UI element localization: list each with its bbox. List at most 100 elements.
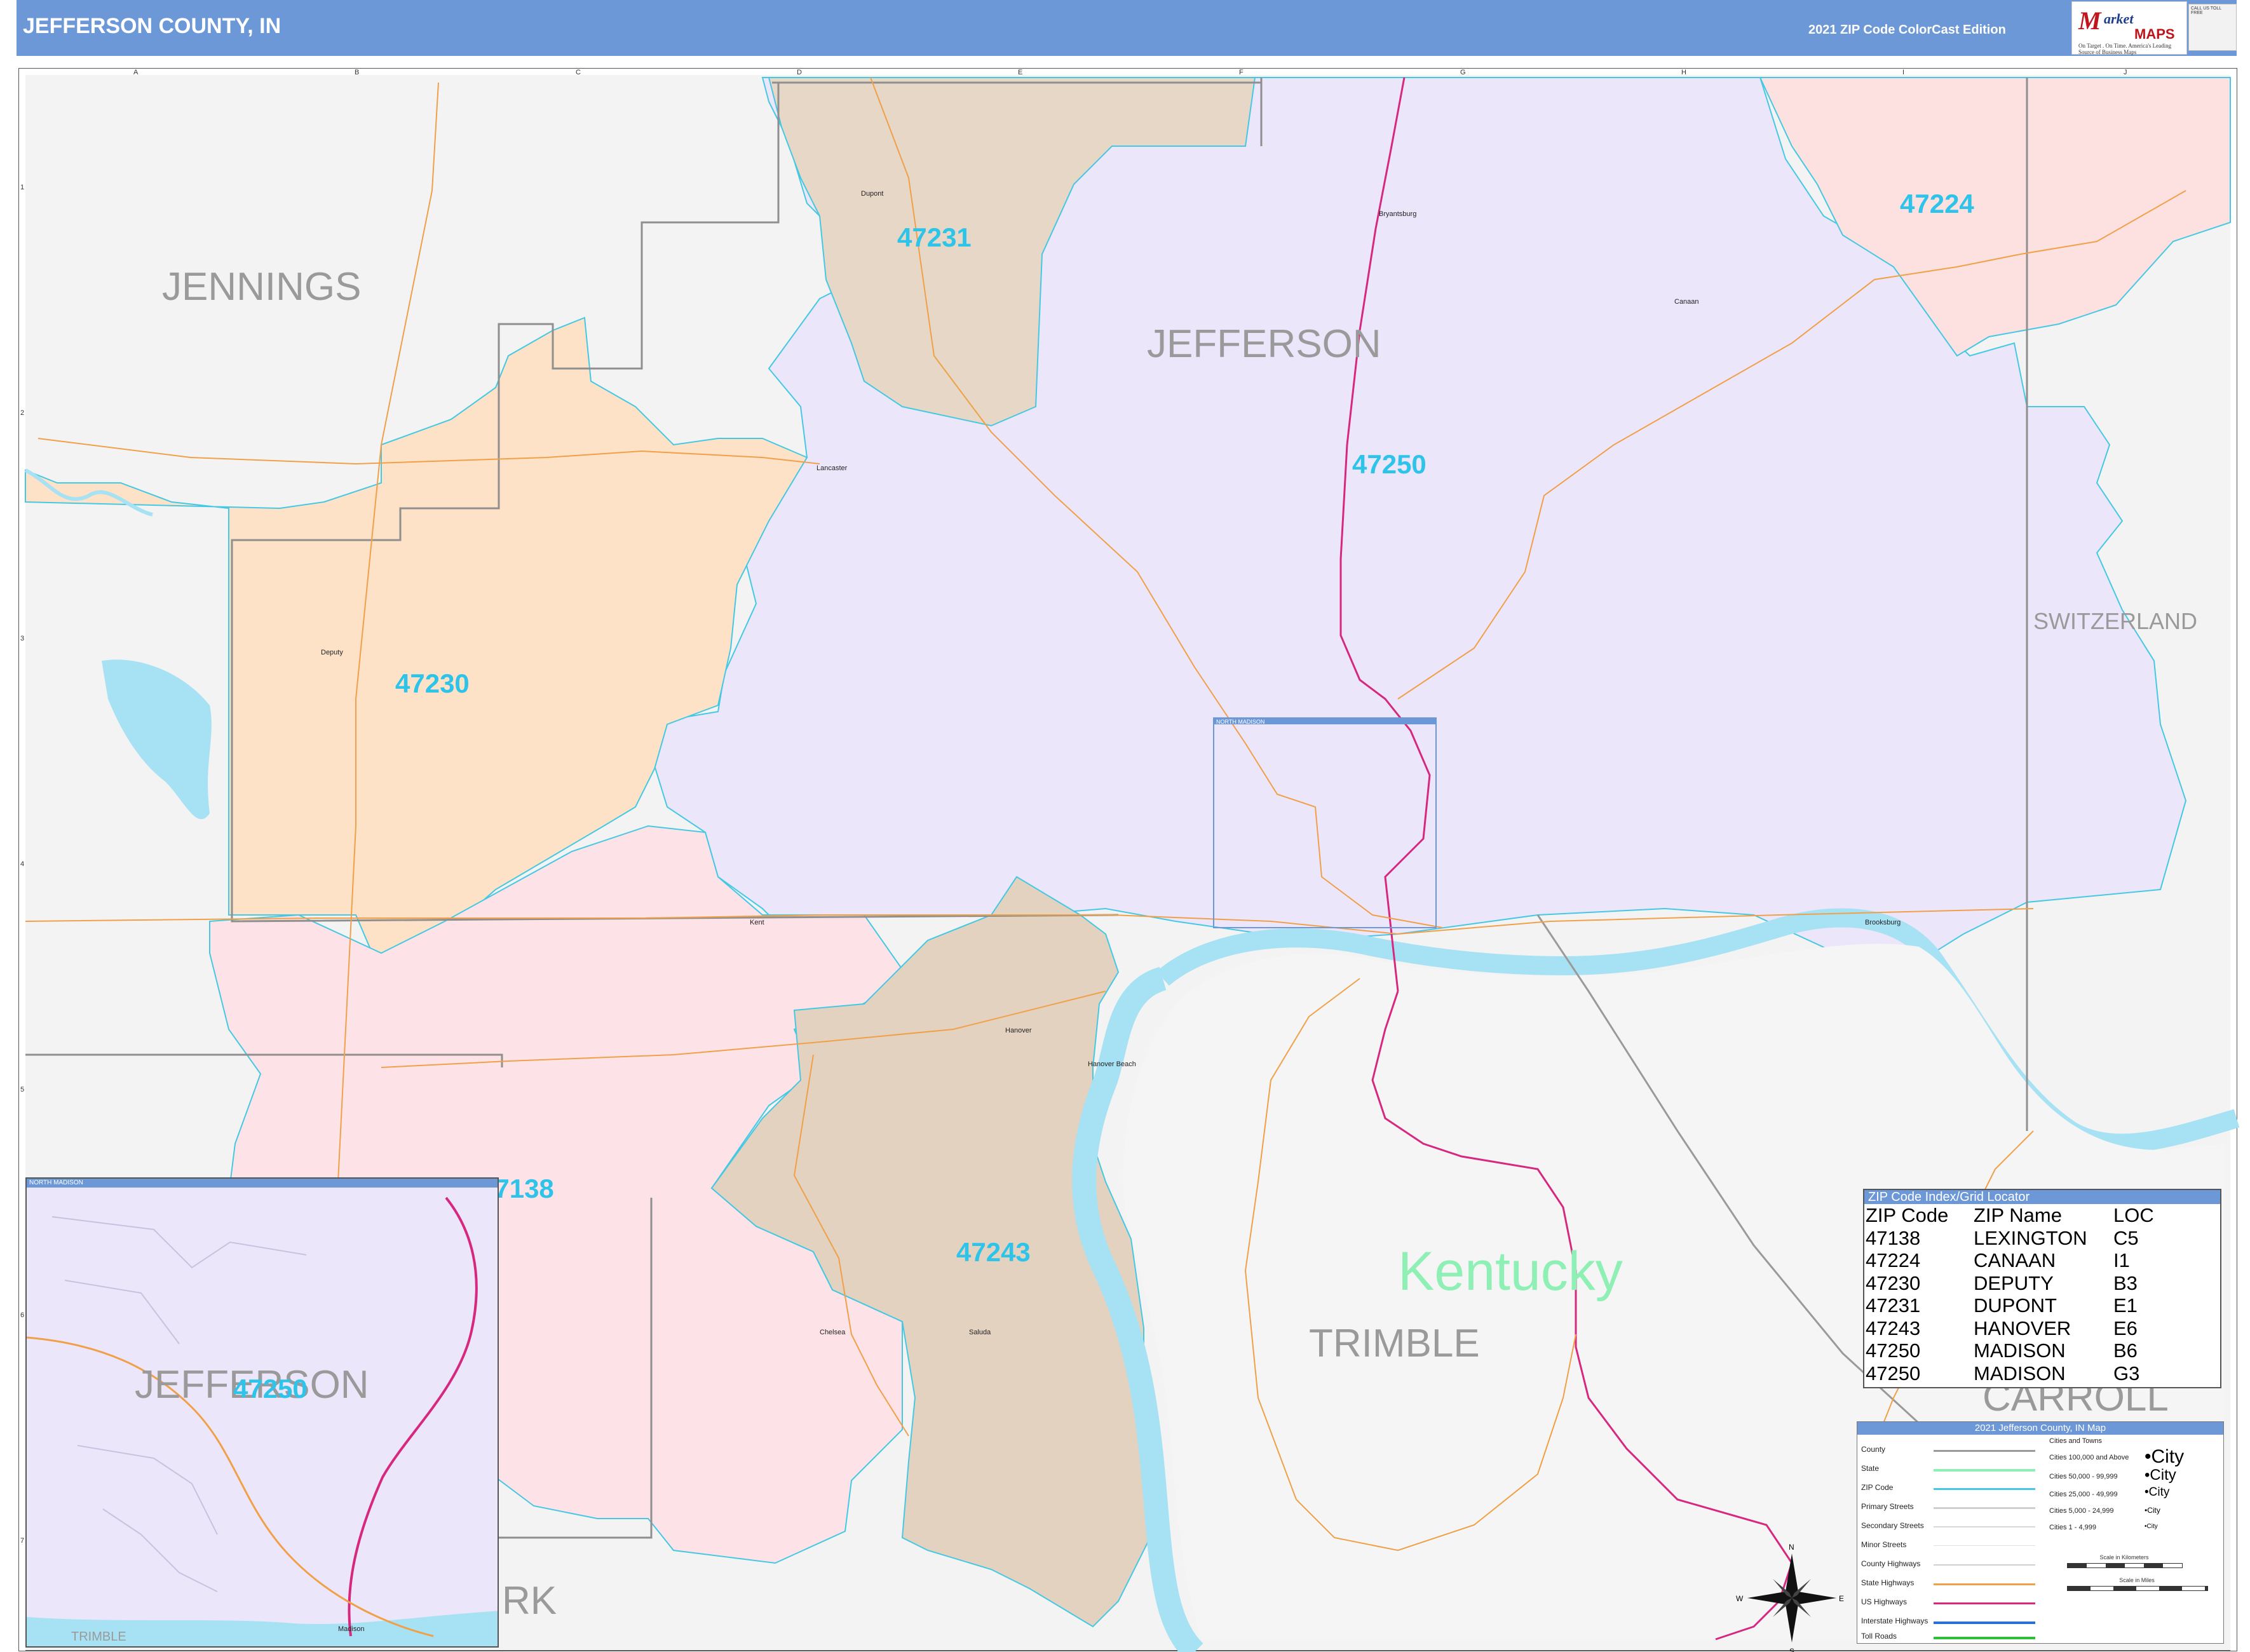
jennings-county-label: JENNINGS bbox=[162, 265, 361, 309]
zip-name-cell: HANOVER bbox=[1974, 1317, 2071, 1339]
legend-city-size-3: Cities 25,000 - 49,999 bbox=[2049, 1491, 2118, 1498]
grid-col-f: F bbox=[1239, 69, 1244, 76]
grid-row-2: 2 bbox=[20, 409, 24, 417]
zip-label-47231: 47231 bbox=[897, 222, 972, 252]
legend-line-secondary bbox=[1934, 1526, 2035, 1527]
grid-col-c: C bbox=[576, 69, 581, 76]
city-hanover-beach: Hanover Beach bbox=[1088, 1060, 1136, 1068]
legend-line-toll bbox=[1934, 1637, 2035, 1639]
inset-map: JEFFERSON 47250 TRIMBLE Madison bbox=[27, 1188, 498, 1646]
zip-code-cell: 47231 bbox=[1866, 1294, 1921, 1317]
zip-loc-cell: B6 bbox=[2113, 1339, 2138, 1362]
grid-col-i: I bbox=[1902, 69, 1904, 76]
legend-item-toll-roads: Toll Roads bbox=[1861, 1632, 1897, 1641]
legend-city-size-4: Cities 5,000 - 24,999 bbox=[2049, 1507, 2114, 1515]
compass-s: S bbox=[1789, 1647, 1794, 1652]
clark-county-label: RK bbox=[502, 1579, 557, 1623]
zip-index-title: ZIP Code Index/Grid Locator bbox=[1864, 1190, 2220, 1204]
legend-city-sample-3: •City bbox=[2145, 1486, 2170, 1499]
legend-city-sample-2: •City bbox=[2145, 1466, 2176, 1484]
legend-item-us-highways: US Highways bbox=[1861, 1597, 1908, 1606]
inset-city-madison: Madison bbox=[338, 1625, 365, 1633]
city-bryantsburg: Bryantsburg bbox=[1379, 210, 1416, 218]
zip-index-header-code: ZIP Code bbox=[1866, 1204, 1949, 1227]
legend-item-secondary-streets: Secondary Streets bbox=[1861, 1521, 1924, 1530]
grid-row-6: 6 bbox=[20, 1311, 24, 1319]
grid-row-4: 4 bbox=[20, 860, 24, 868]
scale-mi-label: Scale in Miles bbox=[2119, 1577, 2155, 1583]
legend-item-county: County bbox=[1861, 1445, 1886, 1454]
legend-line-minor bbox=[1934, 1545, 2035, 1546]
legend-city-size-1: Cities 100,000 and Above bbox=[2049, 1454, 2129, 1461]
scale-mi-bar bbox=[2067, 1586, 2208, 1591]
table-row: 47250 MADISON G3 bbox=[1866, 1362, 2154, 1385]
north-madison-inset: NORTH MADISON JEFFERSON 47250 TRIMBLE Ma… bbox=[25, 1177, 499, 1648]
legend-line-state bbox=[1934, 1469, 2035, 1472]
city-hanover: Hanover bbox=[1005, 1027, 1032, 1034]
zip-label-47243: 47243 bbox=[956, 1237, 1031, 1267]
grid-strip-right bbox=[2230, 69, 2237, 1651]
legend-line-interstate bbox=[1934, 1622, 2035, 1624]
city-canaan: Canaan bbox=[1674, 298, 1699, 306]
zip-index-header-loc: LOC bbox=[2113, 1204, 2154, 1227]
city-kent: Kent bbox=[750, 919, 764, 926]
zip-name-cell: MADISON bbox=[1974, 1362, 2066, 1385]
grid-col-g: G bbox=[1460, 69, 1466, 76]
inset-trimble-label: TRIMBLE bbox=[71, 1630, 126, 1644]
zip-label-47250: 47250 bbox=[1352, 449, 1427, 479]
scale-km-bar bbox=[2067, 1563, 2183, 1568]
zip-name-cell: LEXINGTON bbox=[1974, 1226, 2087, 1249]
zip-code-cell: 47250 bbox=[1866, 1339, 1921, 1362]
legend-item-state: State bbox=[1861, 1464, 1880, 1473]
table-row: 47230 DEPUTY B3 bbox=[1866, 1272, 2154, 1295]
zip-name-cell: DEPUTY bbox=[1974, 1271, 2054, 1294]
legend-item-interstate-highways: Interstate Highways bbox=[1861, 1616, 1928, 1625]
map-legend: 2021 Jefferson County, IN Map County Sta… bbox=[1857, 1421, 2224, 1644]
grid-row-3: 3 bbox=[20, 635, 24, 642]
legend-cities-header: Cities and Towns bbox=[2049, 1437, 2102, 1445]
city-lancaster: Lancaster bbox=[817, 464, 848, 472]
compass-w: W bbox=[1736, 1594, 1744, 1603]
grid-col-d: D bbox=[797, 69, 802, 76]
legend-item-zip: ZIP Code bbox=[1861, 1483, 1894, 1492]
table-row: 47224 CANAAN I1 bbox=[1866, 1249, 2154, 1272]
zip-index-header-name: ZIP Name bbox=[1974, 1204, 2062, 1227]
zip-index-header-row: ZIP Code ZIP Name LOC bbox=[1866, 1204, 2154, 1227]
grid-col-a: A bbox=[133, 69, 139, 76]
legend-item-county-highways: County Highways bbox=[1861, 1559, 1921, 1568]
zip-name-cell: CANAAN bbox=[1974, 1249, 2056, 1272]
zip-loc-cell: B3 bbox=[2113, 1271, 2138, 1294]
legend-city-sample-5: •City bbox=[2145, 1523, 2158, 1530]
legend-line-zip bbox=[1934, 1488, 2035, 1490]
grid-col-b: B bbox=[355, 69, 359, 76]
table-row: 47231 DUPONT E1 bbox=[1866, 1294, 2154, 1317]
grid-row-1: 1 bbox=[20, 184, 24, 191]
table-row: 47250 MADISON B6 bbox=[1866, 1339, 2154, 1362]
grid-row-5: 5 bbox=[20, 1086, 24, 1093]
grid-row-7: 7 bbox=[20, 1537, 24, 1545]
legend-item-minor-streets: Minor Streets bbox=[1861, 1540, 1907, 1549]
grid-strip-left bbox=[19, 69, 25, 1651]
zip-loc-cell: E1 bbox=[2113, 1294, 2138, 1317]
legend-city-size-5: Cities 1 - 4,999 bbox=[2049, 1524, 2096, 1531]
legend-line-county-hwy bbox=[1934, 1564, 2035, 1566]
legend-line-primary bbox=[1934, 1507, 2035, 1509]
inset-zip-label: 47250 bbox=[233, 1374, 308, 1404]
compass-n: N bbox=[1789, 1543, 1794, 1552]
kentucky-state-label: Kentucky bbox=[1398, 1241, 1623, 1302]
zip-code-index: ZIP Code Index/Grid Locator ZIP Code ZIP… bbox=[1863, 1189, 2221, 1388]
zip-index-table: ZIP Code ZIP Name LOC 47138 LEXINGTON C5… bbox=[1866, 1204, 2154, 1385]
city-deputy: Deputy bbox=[321, 649, 343, 656]
legend-item-primary-streets: Primary Streets bbox=[1861, 1502, 1914, 1511]
zip-loc-cell: E6 bbox=[2113, 1317, 2138, 1339]
zip-loc-cell: G3 bbox=[2113, 1362, 2140, 1385]
zip-code-cell: 47243 bbox=[1866, 1317, 1921, 1339]
zip-name-cell: DUPONT bbox=[1974, 1294, 2057, 1317]
zip-code-cell: 47224 bbox=[1866, 1249, 1921, 1272]
north-madison-box-title: NORTH MADISON bbox=[1216, 719, 1264, 725]
city-saluda: Saluda bbox=[969, 1329, 991, 1336]
trimble-county-label: TRIMBLE bbox=[1309, 1322, 1480, 1365]
legend-line-us-hwy bbox=[1934, 1602, 2035, 1604]
zip-loc-cell: I1 bbox=[2113, 1249, 2130, 1272]
grid-col-h: H bbox=[1681, 69, 1686, 76]
